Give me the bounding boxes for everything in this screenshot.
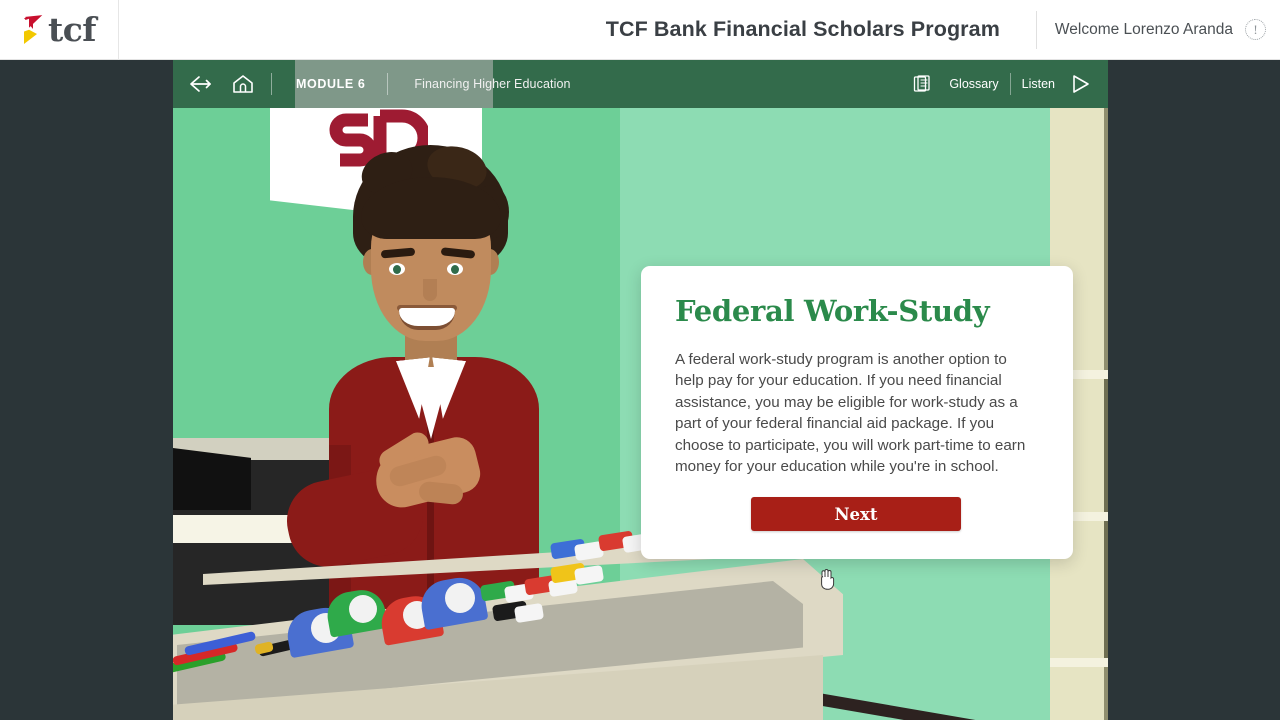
app-root: tcf TCF Bank Financial Scholars Program … <box>0 0 1280 720</box>
play-triangle-icon[interactable] <box>1066 70 1094 98</box>
tape-roll-white <box>349 595 377 623</box>
course-stage: MODULE 6 Financing Higher Education Glos… <box>173 60 1108 720</box>
page-title: TCF Bank Financial Scholars Program <box>605 17 1000 41</box>
nav-separator <box>1009 73 1011 95</box>
brand-wordmark: tcf <box>47 10 97 49</box>
card-body-text: A federal work-study program is another … <box>675 350 1026 476</box>
shelf-gap <box>1104 379 1108 521</box>
user-welcome: Welcome Lorenzo Aranda ! <box>1035 10 1280 49</box>
eraser-white-4 <box>573 564 605 586</box>
header-title-container: TCF Bank Financial Scholars Program <box>119 0 1036 60</box>
nav-left-group: MODULE 6 Financing Higher Education <box>173 70 571 98</box>
lesson-label: Financing Higher Education <box>414 77 571 91</box>
next-button[interactable]: Next <box>751 497 961 531</box>
nav-right-group: Glossary Listen <box>910 70 1108 98</box>
card-title: Federal Work-Study <box>675 294 990 328</box>
shelf-board <box>1050 658 1108 667</box>
page-header: tcf TCF Bank Financial Scholars Program … <box>0 0 1280 60</box>
display-desk <box>173 530 843 720</box>
glossary-label[interactable]: Glossary <box>949 77 998 91</box>
content-card: Federal Work-Study A federal work-study … <box>641 266 1073 559</box>
nav-divider <box>387 73 389 95</box>
nav-divider <box>271 73 272 95</box>
home-icon[interactable] <box>229 70 257 98</box>
brand-logo[interactable]: tcf <box>0 0 119 60</box>
shelf-gap <box>1104 521 1108 663</box>
welcome-label: Welcome Lorenzo Aranda <box>1054 20 1233 38</box>
stacked-pages-icon[interactable] <box>910 70 938 98</box>
listen-label[interactable]: Listen <box>1022 77 1055 91</box>
monitor <box>173 448 251 510</box>
tcf-logo-icon <box>21 14 48 46</box>
info-icon[interactable]: ! <box>1245 19 1266 40</box>
tape-roll-white <box>445 583 475 613</box>
module-label: MODULE 6 <box>296 77 366 91</box>
course-navigation-bar: MODULE 6 Financing Higher Education Glos… <box>173 60 1108 108</box>
back-arrow-icon[interactable] <box>187 70 215 98</box>
